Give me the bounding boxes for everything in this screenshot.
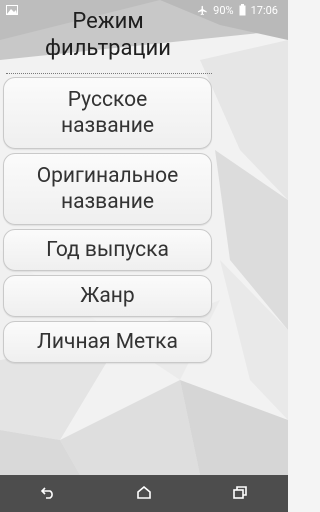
filter-option-personal-tag[interactable]: Личная Метка <box>3 321 212 363</box>
option-label: Жанр <box>80 284 135 308</box>
title-divider <box>6 73 212 74</box>
option-label: Год выпуска <box>46 238 169 262</box>
back-icon <box>40 484 55 503</box>
recents-button[interactable] <box>215 475 265 512</box>
clock: 17:06 <box>250 3 278 17</box>
option-label: Личная Метка <box>37 330 178 354</box>
recents-icon <box>233 484 247 503</box>
filter-options-list: Русское название Оригинальное название Г… <box>3 77 212 367</box>
title-line-2: фильтрации <box>45 36 171 61</box>
page-title: Режим фильтрации <box>0 8 216 62</box>
filter-option-original-name[interactable]: Оригинальное название <box>3 153 212 225</box>
title-line-1: Режим <box>72 9 144 34</box>
battery-percent: 90% <box>213 3 234 17</box>
back-button[interactable] <box>23 475 73 512</box>
option-label: Русское название <box>61 88 154 138</box>
filter-option-russian-name[interactable]: Русское название <box>3 77 212 149</box>
option-label: Оригинальное название <box>36 164 179 214</box>
battery-icon <box>239 4 246 16</box>
home-button[interactable] <box>119 475 169 512</box>
navigation-bar <box>0 475 288 512</box>
filter-option-genre[interactable]: Жанр <box>3 275 212 317</box>
home-icon <box>137 484 151 503</box>
filter-option-release-year[interactable]: Год выпуска <box>3 229 212 271</box>
